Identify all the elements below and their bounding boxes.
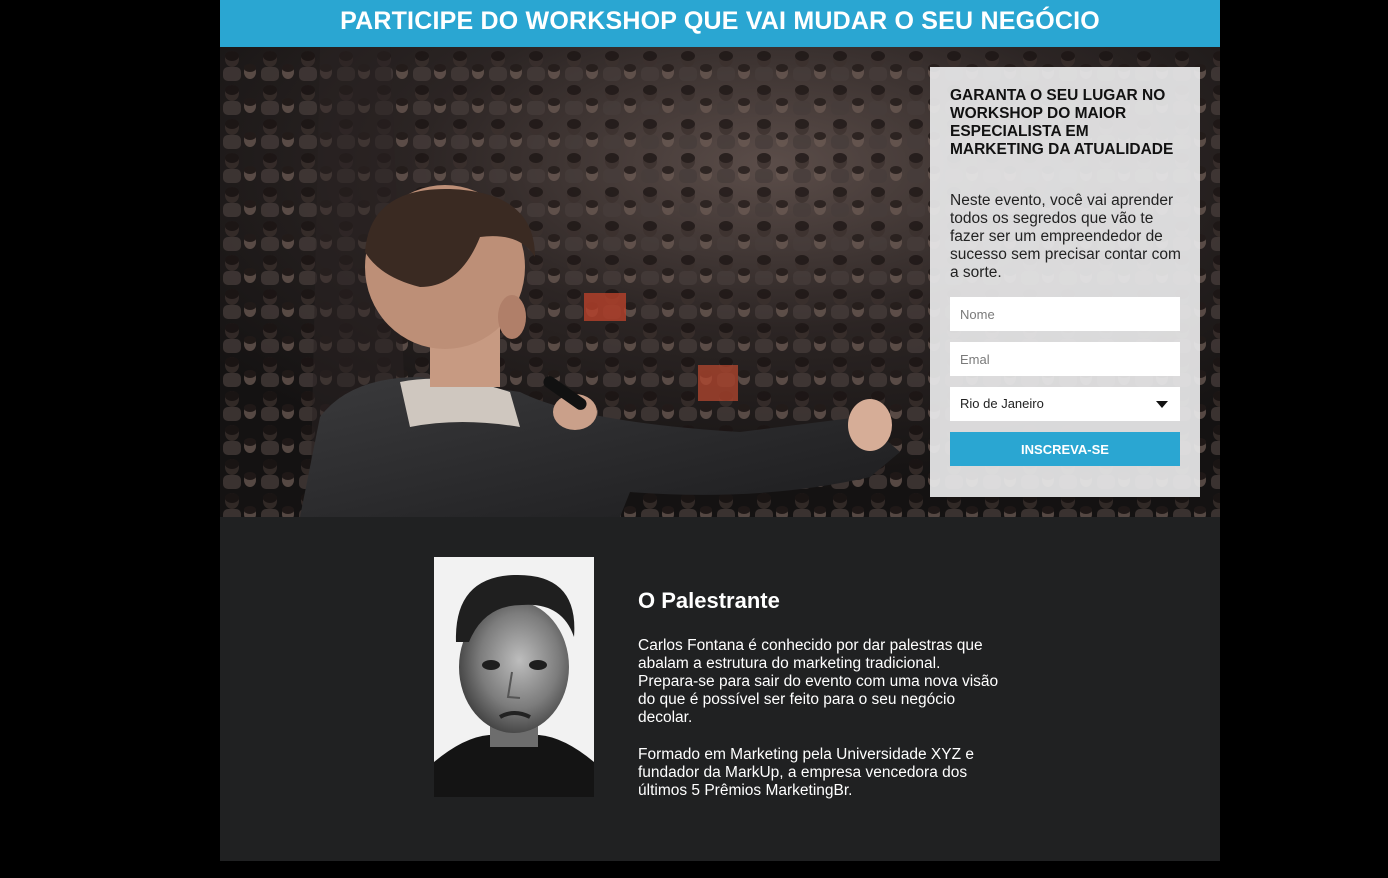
speaker-section: O Palestrante Carlos Fontana é conhecido…: [220, 517, 1220, 861]
caret-down-icon: [1156, 401, 1168, 408]
speaker-bio-paragraph-1: Carlos Fontana é conhecido por dar pales…: [638, 637, 999, 726]
city-select[interactable]: Rio de Janeiro: [950, 387, 1180, 421]
signup-card: GARANTA O SEU LUGAR NO WORKSHOP DO MAIOR…: [930, 67, 1200, 497]
city-select-value: Rio de Janeiro: [960, 396, 1044, 411]
signup-description: Neste evento, você vai aprender todos os…: [950, 192, 1181, 281]
speaker-bio-paragraph-2: Formado em Marketing pela Universidade X…: [638, 746, 974, 799]
speaker-title: O Palestrante: [638, 588, 780, 613]
top-banner: PARTICIPE DO WORKSHOP QUE VAI MUDAR O SE…: [220, 0, 1220, 47]
signup-heading: GARANTA O SEU LUGAR NO WORKSHOP DO MAIOR…: [950, 87, 1174, 158]
speaker-photo: [434, 557, 594, 797]
subscribe-button[interactable]: INSCREVA-SE: [950, 432, 1180, 466]
speaker-portrait: [434, 557, 594, 797]
banner-title: PARTICIPE DO WORKSHOP QUE VAI MUDAR O SE…: [340, 7, 1100, 35]
landing-page: PARTICIPE DO WORKSHOP QUE VAI MUDAR O SE…: [220, 0, 1220, 861]
hero-section: GARANTA O SEU LUGAR NO WORKSHOP DO MAIOR…: [220, 47, 1220, 517]
email-input[interactable]: [950, 342, 1180, 376]
name-input[interactable]: [950, 297, 1180, 331]
